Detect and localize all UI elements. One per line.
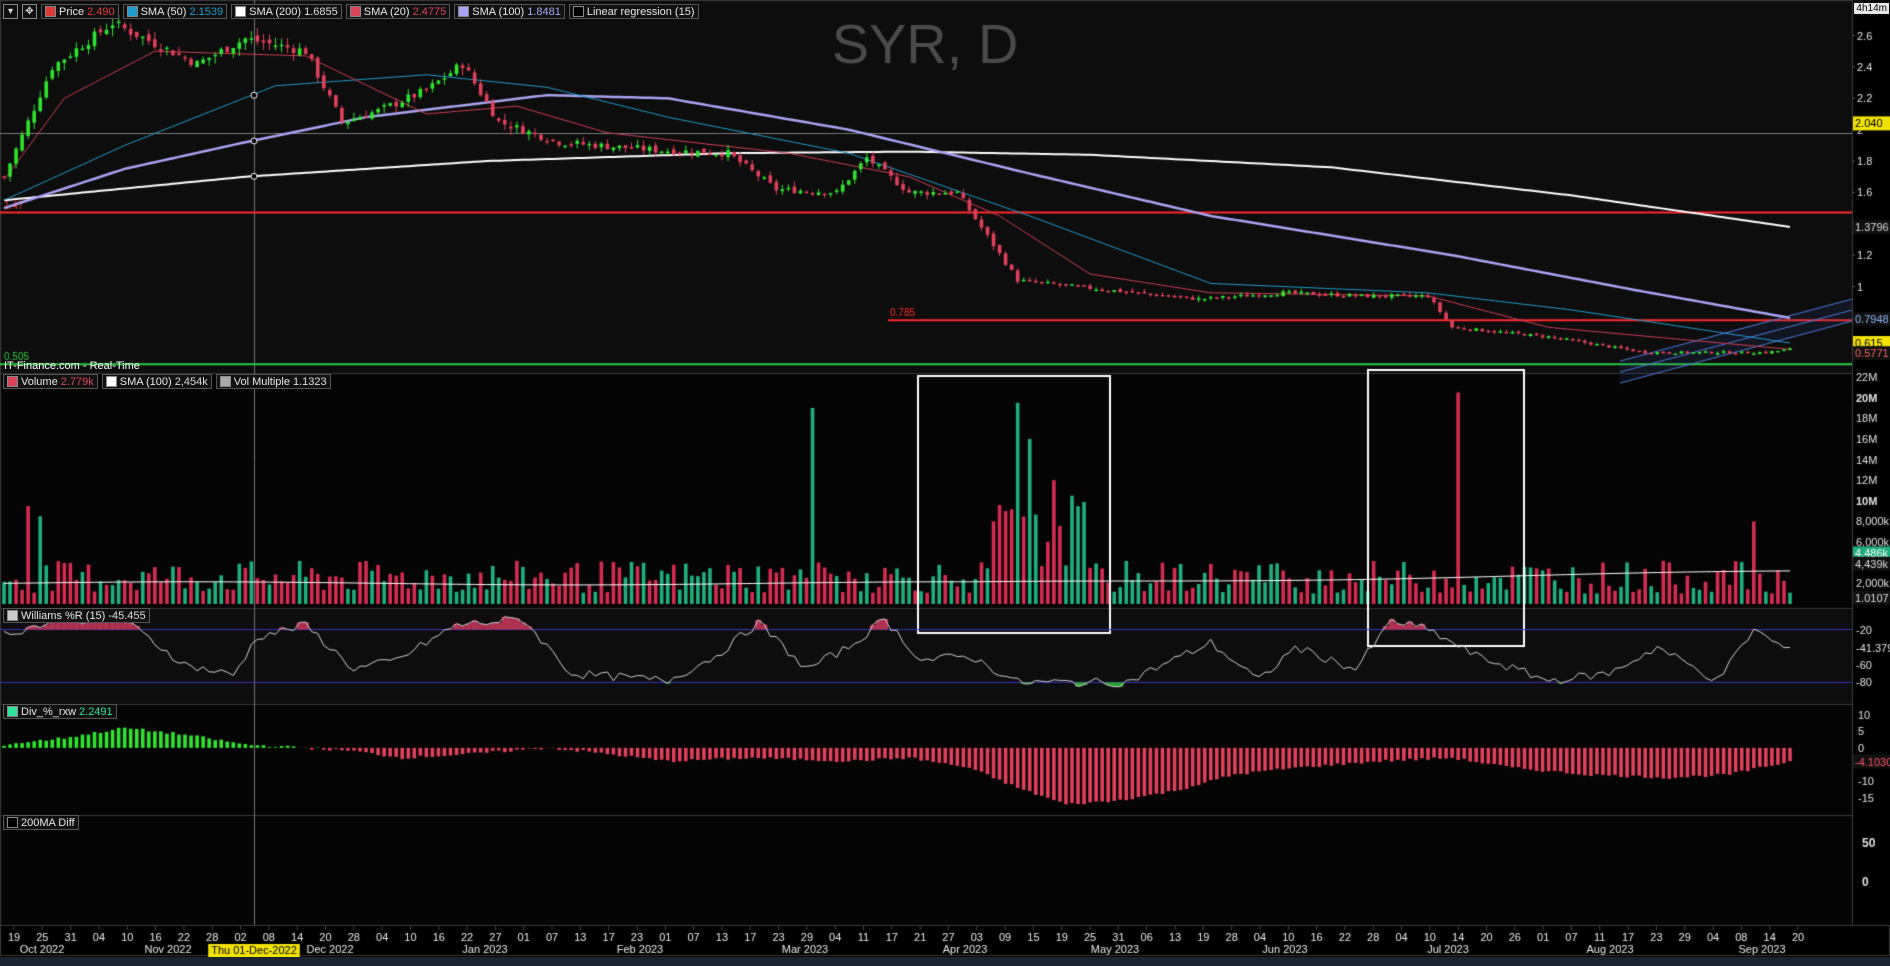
- legend-item[interactable]: SMA (100) 1.8481: [454, 4, 565, 19]
- legend-item[interactable]: Price 2.490: [41, 4, 119, 19]
- legend-swatch: [126, 6, 138, 17]
- time-badge: 4h14m: [1854, 3, 1889, 14]
- volume-legend: Volume 2.779k SMA (100) 2,454k Vol Multiple 1…: [3, 374, 331, 389]
- taskbar-strip: [0, 957, 1890, 966]
- volume-legend-items: Volume 2.779k SMA (100) 2,454k Vol Multiple 1…: [3, 374, 331, 389]
- legend-label: SMA (200): [249, 5, 302, 18]
- legend-label: SMA (100): [472, 5, 525, 18]
- legend-item[interactable]: Vol Multiple 1.1323: [215, 374, 331, 389]
- legend-item[interactable]: Linear regression (15): [568, 4, 699, 19]
- williams-legend: Williams %R (15) -45.455: [3, 608, 150, 623]
- source-label: IT-Finance.com - Real-Time: [4, 360, 140, 372]
- div-legend-items: Div_%_rxw 2.2491: [3, 704, 117, 719]
- legend-value: 2.4775: [412, 5, 447, 18]
- legend-swatch: [349, 6, 361, 17]
- panel-settings-icon[interactable]: ✥: [22, 4, 37, 19]
- ma200-legend: 200MA Diff: [3, 815, 79, 830]
- ma200-legend-items: 200MA Diff: [3, 815, 79, 830]
- legend-item[interactable]: Div_%_rxw 2.2491: [3, 704, 117, 719]
- legend-label: Volume: [21, 375, 58, 388]
- legend-swatch: [7, 610, 18, 621]
- price-legend: ▾ ✥ Price 2.490 SMA (50) 2.1539 SMA (200) 1.6…: [3, 4, 699, 19]
- legend-label: 200MA Diff: [21, 816, 75, 829]
- legend-label: SMA (20): [363, 5, 410, 18]
- legend-label: SMA (50): [140, 5, 187, 18]
- legend-swatch: [7, 817, 18, 828]
- legend-value: 1.1323: [293, 375, 327, 388]
- legend-value: -45.455: [108, 609, 146, 622]
- legend-swatch: [45, 6, 56, 17]
- legend-swatch: [219, 376, 231, 387]
- legend-value: 2,454k: [174, 375, 208, 388]
- legend-label: Price: [59, 5, 85, 18]
- legend-item[interactable]: SMA (20) 2.4775: [345, 4, 451, 19]
- legend-label: SMA (100): [119, 375, 172, 388]
- price-legend-items: Price 2.490 SMA (50) 2.1539 SMA (200) 1.6855 S…: [41, 4, 699, 19]
- legend-item[interactable]: SMA (100) 2,454k: [101, 374, 212, 389]
- legend-item[interactable]: 200MA Diff: [3, 815, 79, 830]
- legend-item[interactable]: SMA (50) 2.1539: [122, 4, 228, 19]
- legend-swatch: [105, 376, 117, 387]
- legend-label: Div_%_rxw: [21, 705, 77, 718]
- legend-label: Linear regression (15): [586, 5, 695, 18]
- legend-label: Williams %R (15): [21, 609, 106, 622]
- legend-swatch: [572, 6, 584, 17]
- legend-item[interactable]: Williams %R (15) -45.455: [3, 608, 150, 623]
- legend-value: 1.8481: [527, 5, 561, 18]
- panel-menu-icon[interactable]: ▾: [3, 4, 18, 19]
- legend-swatch: [7, 376, 18, 387]
- legend-swatch: [7, 706, 18, 717]
- div-legend: Div_%_rxw 2.2491: [3, 704, 117, 719]
- legend-value: 2.1539: [189, 5, 224, 18]
- legend-item[interactable]: Volume 2.779k: [3, 374, 98, 389]
- legend-value: 1.6855: [304, 5, 338, 18]
- legend-swatch: [235, 6, 247, 17]
- williams-legend-items: Williams %R (15) -45.455: [3, 608, 150, 623]
- chart-canvas[interactable]: [0, 0, 1890, 966]
- legend-item[interactable]: SMA (200) 1.6855: [231, 4, 342, 19]
- legend-label: Vol Multiple: [233, 375, 290, 388]
- legend-value: 2.2491: [79, 705, 113, 718]
- legend-value: 2.490: [87, 5, 115, 18]
- legend-swatch: [458, 6, 470, 17]
- legend-value: 2.779k: [60, 375, 94, 388]
